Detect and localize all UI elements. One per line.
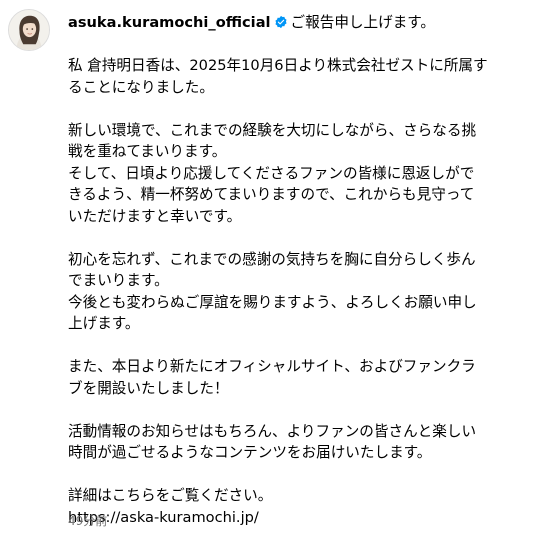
caption-line: 戦を重ねてまいります。 bbox=[68, 143, 227, 160]
caption-line: きるよう、精一杯努めてまいりますので、これからも見守って bbox=[68, 186, 475, 203]
verified-badge-icon bbox=[274, 15, 288, 29]
caption-line: いただけますと幸いです。 bbox=[68, 207, 242, 225]
caption-line: 私 倉持明日香は、2025年10月6日より株式会社ゼストに所属す bbox=[68, 57, 488, 74]
username-link[interactable]: asuka.kuramochi_official bbox=[68, 14, 271, 31]
caption-line: ることになりました。 bbox=[68, 78, 214, 96]
avatar[interactable] bbox=[8, 9, 50, 51]
caption-line: 活動情報のお知らせはもちろん、よりファンの皆さんと楽しい bbox=[68, 422, 477, 440]
caption-body: asuka.kuramochi_official ご報告申し上げます。 私 倉持明… bbox=[68, 12, 527, 528]
caption-first-line: asuka.kuramochi_official ご報告申し上げます。 bbox=[68, 12, 527, 34]
caption-line: 上げます。 bbox=[68, 315, 140, 332]
caption-line: ブを開設いたしました！ bbox=[68, 379, 229, 397]
caption-line: また、本日より新たにオフィシャルサイト、およびファンクラ bbox=[68, 358, 476, 375]
caption-line: そして、日頃より応援してくださるファンの皆様に恩返しがで bbox=[68, 164, 475, 182]
caption-paragraph: 私 倉持明日香は、2025年10月6日より株式会社ゼストに所属す ることになりま… bbox=[68, 55, 527, 98]
caption-line: 詳細はこちらをご覧ください。 bbox=[68, 487, 273, 504]
caption-paragraph: 活動情報のお知らせはもちろん、よりファンの皆さんと楽しい 時間が過ごせるようなコ… bbox=[68, 421, 527, 464]
caption-paragraph: 初心を忘れず、これまでの感謝の気持ちを胸に自分らしく歩ん でまいります。 今後と… bbox=[68, 249, 527, 335]
caption-paragraph: また、本日より新たにオフィシャルサイト、およびファンクラ ブを開設いたしました！ bbox=[68, 356, 527, 399]
avatar-image bbox=[9, 10, 49, 50]
caption-line: 新しい環境で、これまでの経験を大切にしながら、さらなる挑 bbox=[68, 121, 477, 139]
instagram-post-caption: asuka.kuramochi_official ご報告申し上げます。 私 倉持明… bbox=[0, 0, 545, 537]
caption-opening-text: ご報告申し上げます。 bbox=[290, 14, 436, 31]
caption-line: でまいります。 bbox=[68, 272, 169, 289]
caption-line: 初心を忘れず、これまでの感謝の気持ちを胸に自分らしく歩ん bbox=[68, 250, 476, 268]
post-timestamp[interactable]: 49分前 bbox=[68, 512, 107, 529]
caption-line: 時間が過ごせるようなコンテンツをお届けいたします。 bbox=[68, 444, 432, 461]
caption-paragraph: 詳細はこちらをご覧ください。 https://aska-kuramochi.jp… bbox=[68, 485, 527, 528]
caption-line: 今後とも変わらぬご厚誼を賜りますよう、よろしくお願い申し bbox=[68, 293, 477, 311]
caption-paragraph: 新しい環境で、これまでの経験を大切にしながら、さらなる挑 戦を重ねてまいります。… bbox=[68, 120, 527, 228]
